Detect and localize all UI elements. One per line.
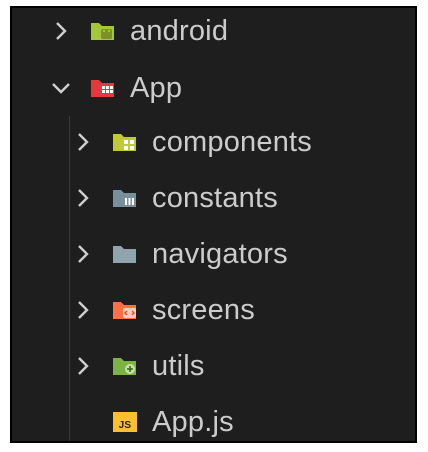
chevron-right-icon[interactable] [72,355,94,377]
tree-item-utils[interactable]: utils [12,340,415,392]
components-folder-icon [112,131,138,153]
utils-folder-icon [112,355,138,377]
chevron-right-icon[interactable] [72,299,94,321]
tree-item-app[interactable]: App [12,62,415,114]
tree-item-label: utils [152,349,205,382]
screens-folder-icon [112,299,138,321]
tree-item-label: constants [152,181,278,214]
file-tree: android App components constants navigat… [12,8,415,441]
folder-icon [112,243,138,265]
tree-item-app-js[interactable]: JS App.js [12,396,415,441]
tree-item-label: navigators [152,237,288,270]
chevron-right-icon[interactable] [72,243,94,265]
constants-folder-icon [112,187,138,209]
chevron-right-icon[interactable] [50,20,72,42]
file-explorer: android App components constants navigat… [10,6,417,443]
tree-item-components[interactable]: components [12,116,415,168]
svg-text:JS: JS [119,420,132,431]
chevron-down-icon[interactable] [50,77,72,99]
app-folder-icon [90,77,116,99]
android-folder-icon [90,20,116,42]
tree-item-label: App.js [152,405,234,438]
tree-item-label: android [130,14,229,47]
tree-item-label: components [152,125,312,158]
tree-item-navigators[interactable]: navigators [12,228,415,280]
js-file-icon: JS [112,411,138,433]
chevron-right-icon[interactable] [72,187,94,209]
tree-item-screens[interactable]: screens [12,284,415,336]
tree-item-label: App [130,71,183,104]
chevron-right-icon[interactable] [72,131,94,153]
tree-item-constants[interactable]: constants [12,172,415,224]
tree-item-android[interactable]: android [12,8,415,57]
tree-item-label: screens [152,293,255,326]
